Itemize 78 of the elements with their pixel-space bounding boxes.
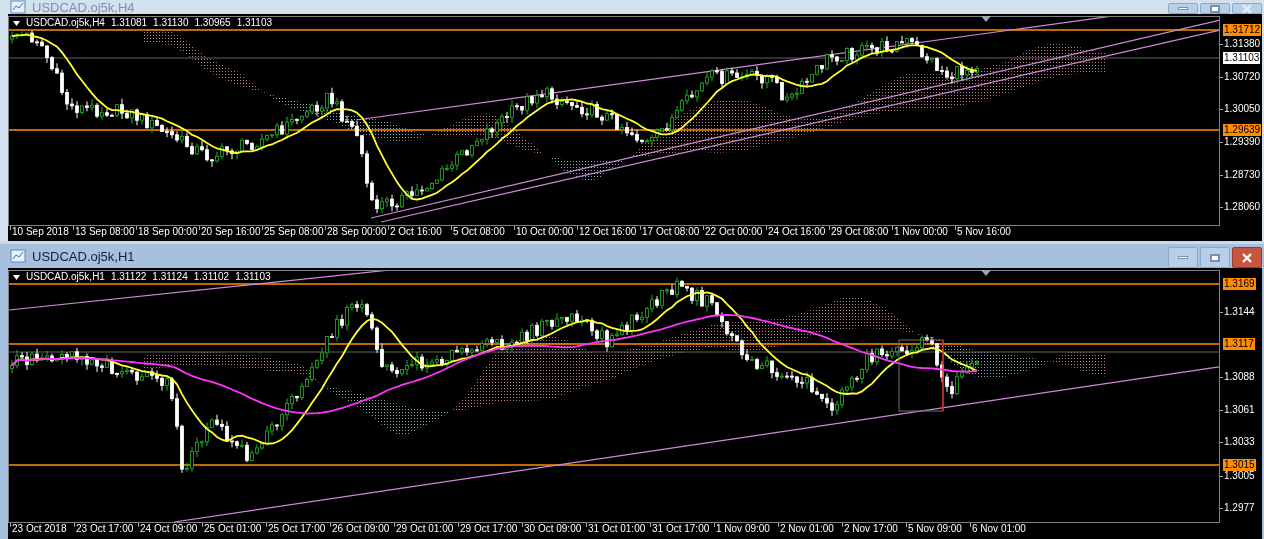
time-axis-label: 20 Sep 16:00 bbox=[201, 226, 261, 238]
price-axis-label: 1.3033 bbox=[1223, 436, 1256, 448]
price-axis-label: 1.28060 bbox=[1223, 201, 1262, 213]
price-axis-label: 1.3169 bbox=[1223, 278, 1256, 290]
time-axis-label: 1 Nov 00:00 bbox=[894, 226, 948, 238]
time-axis-label: 2 Oct 16:00 bbox=[390, 226, 442, 238]
time-axis-label: 5 Nov 09:00 bbox=[908, 523, 962, 535]
price-axis-label: 1.3005 bbox=[1223, 470, 1256, 482]
time-axis-label: 29 Oct 17:00 bbox=[460, 523, 518, 535]
time-axis-label: 28 Sep 00:00 bbox=[327, 226, 387, 238]
price-axis-label: 1.3144 bbox=[1223, 306, 1256, 318]
time-axis-label: 29 Oct 01:00 bbox=[396, 523, 454, 535]
price-axis-label: 1.30050 bbox=[1223, 103, 1262, 115]
time-axis-label: 29 Oct 08:00 bbox=[831, 226, 889, 238]
price-axis-label: 1.3015 bbox=[1223, 459, 1256, 471]
chart-window-icon bbox=[10, 249, 26, 263]
ohlc-value: 1.31081 bbox=[110, 18, 148, 28]
ohlc-value: 1.31130 bbox=[153, 18, 189, 28]
close-button[interactable] bbox=[1232, 247, 1262, 268]
time-axis-label: 25 Oct 17:00 bbox=[268, 523, 326, 535]
chart-symbol: USDCAD.oj5k,H4 bbox=[26, 18, 105, 28]
minimize-icon bbox=[1178, 256, 1188, 259]
time-axis-label: 31 Oct 01:00 bbox=[588, 523, 646, 535]
price-axis-label: 1.31103 bbox=[1223, 52, 1261, 64]
time-axis-label: 6 Nov 01:00 bbox=[972, 523, 1026, 535]
chart-window-icon bbox=[10, 0, 26, 14]
time-axis-label: 1 Nov 09:00 bbox=[716, 523, 770, 535]
minimize-button[interactable] bbox=[1168, 3, 1198, 14]
ohlc-value: 1.30965 bbox=[194, 18, 231, 28]
price-axis-label: 1.3061 bbox=[1223, 404, 1256, 416]
dropdown-triangle-icon[interactable] bbox=[13, 20, 20, 26]
ohlc-value: 1.31103 bbox=[235, 272, 271, 282]
time-axis-label: 26 Oct 09:00 bbox=[332, 523, 390, 535]
dropdown-triangle-icon[interactable] bbox=[13, 274, 20, 280]
ohlc-value: 1.31122 bbox=[110, 272, 147, 282]
maximize-icon bbox=[1210, 4, 1220, 13]
chart-shift-marker-icon[interactable] bbox=[981, 16, 991, 22]
price-axis-label: 1.30720 bbox=[1223, 71, 1262, 83]
time-axis-label: 22 Oct 00:00 bbox=[705, 226, 763, 238]
ohlc-value: 1.31103 bbox=[236, 18, 273, 28]
chart-shift-marker-icon[interactable] bbox=[981, 270, 991, 276]
time-axis-label: 24 Oct 09:00 bbox=[140, 523, 198, 535]
time-axis-label: 17 Oct 08:00 bbox=[642, 226, 700, 238]
window-title: USDCAD.oj5k,H4 bbox=[32, 0, 135, 14]
time-axis-label: 18 Sep 00:00 bbox=[138, 226, 198, 238]
price-axis-label: 1.31712 bbox=[1223, 24, 1262, 36]
time-axis-label: 5 Nov 16:00 bbox=[957, 226, 1011, 238]
price-axis-label: 1.29390 bbox=[1223, 136, 1262, 148]
maximize-button[interactable] bbox=[1200, 3, 1230, 14]
time-axis-label: 5 Oct 08:00 bbox=[453, 226, 505, 238]
time-axis-label: 23 Oct 17:00 bbox=[76, 523, 134, 535]
time-axis-label: 23 Oct 2018 bbox=[12, 523, 67, 535]
chart-symbol: USDCAD.oj5k,H1 bbox=[26, 272, 105, 282]
time-axis-label: 30 Oct 09:00 bbox=[524, 523, 582, 535]
ohlc-value: 1.31124 bbox=[152, 272, 188, 282]
time-axis-label: 25 Oct 01:00 bbox=[204, 523, 262, 535]
price-axis-label: 1.3088 bbox=[1223, 371, 1256, 383]
time-axis-label: 13 Sep 08:00 bbox=[75, 226, 135, 238]
ohlc-value: 1.31102 bbox=[193, 272, 230, 282]
window-title: USDCAD.oj5k,H1 bbox=[32, 249, 135, 263]
time-axis-label: 12 Oct 16:00 bbox=[579, 226, 637, 238]
maximize-icon bbox=[1210, 253, 1220, 262]
time-axis-label: 2 Nov 17:00 bbox=[844, 523, 898, 535]
price-axis-label: 1.2977 bbox=[1223, 502, 1256, 514]
price-axis-label: 1.28730 bbox=[1223, 169, 1262, 181]
close-icon bbox=[1242, 252, 1252, 263]
minimize-icon bbox=[1178, 7, 1188, 10]
time-axis-label: 10 Sep 2018 bbox=[12, 226, 69, 238]
price-axis-label: 1.31380 bbox=[1223, 38, 1262, 50]
time-axis-label: 10 Oct 00:00 bbox=[516, 226, 574, 238]
close-icon bbox=[1242, 3, 1252, 14]
price-axis-label: 1.3117 bbox=[1223, 338, 1255, 350]
maximize-button[interactable] bbox=[1200, 247, 1230, 268]
time-axis-label: 2 Nov 01:00 bbox=[780, 523, 834, 535]
price-axis-label: 1.29639 bbox=[1223, 124, 1262, 136]
time-axis-label: 24 Oct 16:00 bbox=[768, 226, 826, 238]
time-axis-label: 31 Oct 17:00 bbox=[652, 523, 710, 535]
time-axis-label: 25 Sep 08:00 bbox=[264, 226, 324, 238]
